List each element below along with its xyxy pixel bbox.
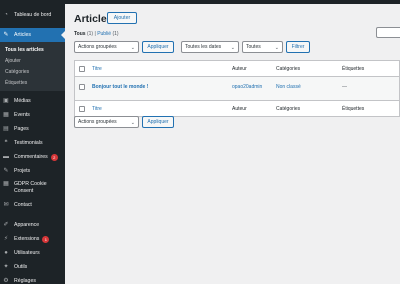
filter-all[interactable]: Tous (74, 31, 86, 37)
users-icon: ● (4, 250, 8, 256)
sidebar-item-projects[interactable]: ✎ Projets (0, 164, 65, 178)
sidebar-item-plugins[interactable]: ⚡ Extensions 1 (0, 232, 65, 246)
submenu-add[interactable]: Ajouter (0, 55, 65, 66)
column-footer-author: Auteur (232, 105, 247, 112)
calendar-icon: ▦ (3, 112, 9, 118)
apply-button-bottom[interactable]: Appliquer (142, 116, 174, 128)
column-footer-tags: Étiquettes (342, 105, 365, 112)
add-article-button[interactable]: Ajouter (107, 12, 137, 24)
sidebar-item-pages[interactable]: ▤ Pages (0, 122, 65, 136)
sidebar-item-events[interactable]: ▦ Events (0, 108, 65, 122)
filter-all-count: (1) (86, 31, 94, 37)
status-filters: Tous (1) | Publié (1) (74, 31, 119, 37)
table-row: Bonjour tout le monde ! opao20admin Non … (75, 77, 399, 101)
submenu-tags[interactable]: Étiquettes (0, 77, 65, 88)
tools-icon: ✦ (3, 264, 9, 270)
dates-filter-value: Toutes les dates (185, 44, 222, 50)
category-filter-select[interactable]: Toutes ⌄ (242, 41, 283, 53)
column-header-title[interactable]: Titre (92, 66, 102, 72)
sidebar-item-gdpr[interactable]: ▦ GDPR Cookie Consent (0, 178, 65, 198)
articles-submenu: Tous les articles Ajouter Catégories Éti… (0, 42, 65, 91)
post-tags: — (342, 84, 347, 90)
filter-published[interactable]: Publié (97, 31, 111, 37)
sidebar-item-label: Réglages (14, 278, 36, 284)
sidebar-item-label: Commentaires (14, 154, 48, 160)
category-filter-value: Toutes (246, 44, 261, 50)
post-category-link[interactable]: Non classé (276, 84, 301, 90)
select-all-checkbox[interactable] (79, 65, 85, 72)
table-footer-row: Titre Auteur Catégories Étiquettes (75, 101, 399, 116)
column-header-author: Auteur (232, 65, 247, 72)
sidebar-item-label: Utilisateurs (14, 250, 40, 256)
submenu-all-articles[interactable]: Tous les articles (0, 44, 65, 55)
post-author-link[interactable]: opao20admin (232, 84, 262, 90)
sidebar-item-label: Contact (14, 202, 32, 208)
sidebar-item-settings[interactable]: ⚙ Réglages (0, 274, 65, 284)
appearance-icon: ✐ (3, 222, 9, 228)
search-input[interactable] (376, 27, 400, 38)
table-header-row: Titre Auteur Catégories Étiquettes (75, 61, 399, 77)
sidebar-item-users[interactable]: ● Utilisateurs (0, 246, 65, 260)
main-content: Articles Ajouter Tous (1) | Publié (1) A… (65, 4, 400, 284)
column-footer-categories: Catégories (276, 105, 301, 112)
media-icon: ▣ (3, 98, 9, 104)
sidebar-item-label: Médias (14, 98, 31, 104)
sidebar-item-tools[interactable]: ✦ Outils (0, 260, 65, 274)
chevron-down-icon: ⌄ (130, 120, 135, 126)
chevron-down-icon: ⌄ (230, 45, 235, 51)
sidebar-item-label: Tableau de bord (14, 12, 52, 18)
comments-count-badge: 2 (50, 153, 58, 161)
sidebar-item-contact[interactable]: ✉ Contact (0, 198, 65, 212)
sidebar-item-dashboard[interactable]: ◔ Tableau de bord (0, 8, 65, 22)
sidebar-item-label: Testimonials (14, 140, 43, 146)
dates-filter-select[interactable]: Toutes les dates ⌄ (181, 41, 239, 53)
comments-icon: ▬ (3, 154, 9, 160)
bulk-actions-select-bottom[interactable]: Actions groupées ⌄ (74, 116, 139, 128)
select-all-checkbox-footer[interactable] (79, 105, 85, 112)
contact-icon: ✉ (3, 202, 9, 208)
bulk-actions-value: Actions groupées (78, 44, 117, 50)
sidebar-item-media[interactable]: ▣ Médias (0, 94, 65, 108)
pin-icon: ✎ (3, 32, 9, 38)
column-header-tags: Étiquettes (342, 65, 365, 72)
bulk-actions-value: Actions groupées (78, 119, 117, 125)
plugins-icon: ⚡ (3, 236, 9, 242)
admin-sidebar: ◔ Tableau de bord ✎ Articles Tous les ar… (0, 4, 65, 284)
projects-icon: ✎ (3, 168, 9, 174)
filter-button[interactable]: Filtrer (286, 41, 310, 53)
sidebar-item-label: Outils (14, 264, 28, 270)
sidebar-item-articles[interactable]: ✎ Articles (0, 28, 65, 42)
chevron-down-icon: ⌄ (274, 45, 279, 51)
sidebar-item-appearance[interactable]: ✐ Apparence (0, 218, 65, 232)
plugins-count-badge: 1 (42, 235, 50, 243)
apply-button-top[interactable]: Appliquer (142, 41, 174, 53)
sidebar-item-label: Events (14, 112, 30, 118)
column-footer-title[interactable]: Titre (92, 106, 102, 112)
sidebar-item-label: Articles (14, 32, 32, 38)
filter-published-count: (1) (112, 31, 119, 37)
post-title-link[interactable]: Bonjour tout le monde ! (92, 84, 148, 90)
pages-icon: ▤ (3, 126, 9, 132)
sidebar-item-label: GDPR Cookie Consent (14, 181, 47, 194)
posts-table: Titre Auteur Catégories Étiquettes Bonjo… (74, 60, 400, 117)
sidebar-item-label: Apparence (14, 222, 40, 228)
chevron-down-icon: ⌄ (130, 45, 135, 51)
sidebar-item-comments[interactable]: ▬ Commentaires 2 (0, 150, 65, 164)
sidebar-item-label: Extensions (14, 236, 40, 242)
row-checkbox[interactable] (79, 84, 85, 90)
settings-icon: ⚙ (3, 278, 9, 284)
sidebar-item-label: Pages (14, 126, 29, 132)
bulk-actions-select-top[interactable]: Actions groupées ⌄ (74, 41, 139, 53)
sidebar-item-testimonials[interactable]: ❝ Testimonials (0, 136, 65, 150)
cookie-icon: ▦ (3, 181, 9, 187)
dashboard-icon: ◔ (4, 12, 8, 18)
submenu-categories[interactable]: Catégories (0, 66, 65, 77)
filter-separator: | (94, 31, 96, 37)
column-header-categories: Catégories (276, 65, 301, 72)
testimonial-icon: ❝ (4, 140, 8, 146)
sidebar-item-label: Projets (14, 168, 31, 174)
